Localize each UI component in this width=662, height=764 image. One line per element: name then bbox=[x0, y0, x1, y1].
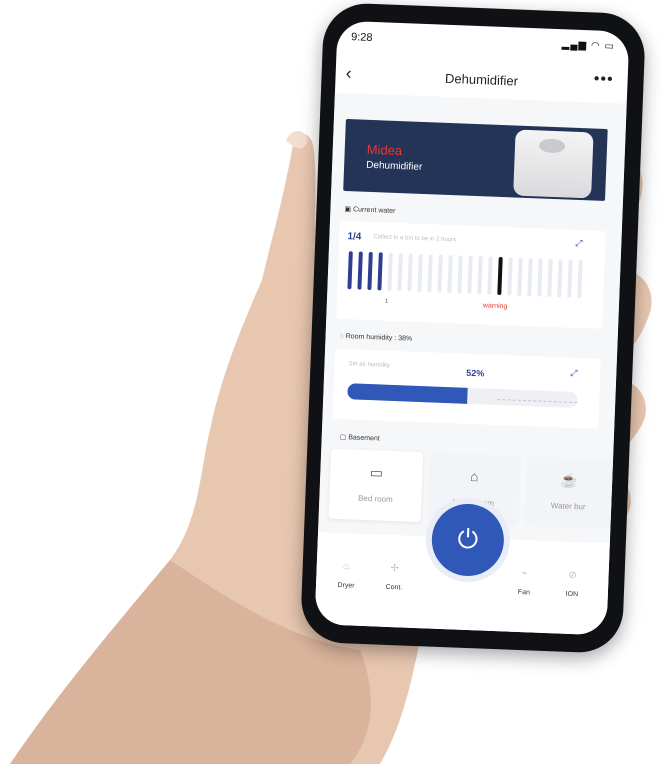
water-bar bbox=[407, 253, 413, 292]
room-tile-label: Water bur bbox=[550, 501, 586, 512]
water-bar bbox=[457, 255, 463, 294]
mode-label: Cont. bbox=[385, 583, 403, 592]
signal-wifi-battery-icon: ▂▄▆ ◠ ▭ bbox=[561, 39, 616, 53]
water-scale-label: 1 bbox=[384, 298, 389, 305]
humidity-value: 52% bbox=[466, 367, 485, 379]
status-time: 9:28 bbox=[350, 31, 373, 44]
water-tank-icon: ▣ bbox=[344, 205, 354, 214]
page-title: Dehumidifier bbox=[444, 70, 519, 89]
banner-subtitle: Dehumidifier bbox=[365, 159, 423, 173]
cup-icon: ☕ bbox=[560, 471, 579, 489]
water-section-label: ▣ Current water bbox=[344, 205, 396, 215]
water-bar bbox=[517, 257, 523, 296]
water-bar bbox=[367, 251, 373, 291]
water-bar bbox=[357, 251, 363, 290]
humidity-sublabel: Set air humidity bbox=[348, 361, 390, 369]
slider-remaining-dashes bbox=[497, 398, 578, 404]
room-tile[interactable]: ▭ Bed room bbox=[328, 448, 424, 523]
water-bar bbox=[567, 259, 573, 298]
water-hint: Collect to a bin to be in 2 hours bbox=[373, 234, 457, 244]
water-bar bbox=[477, 256, 483, 295]
bottom-control-bar: ⏻ ♨ Dryer ✢ Cont. ⌁ Fan ⊘ ION bbox=[314, 502, 610, 636]
mode-label: Fan bbox=[517, 588, 531, 597]
app-screen: 9:28 ▂▄▆ ◠ ▭ ‹ Dehumidifier ••• Midea De… bbox=[314, 20, 630, 636]
water-bar bbox=[397, 253, 403, 292]
water-bar bbox=[507, 257, 513, 296]
water-bar bbox=[527, 258, 533, 297]
more-icon[interactable]: ••• bbox=[593, 70, 614, 89]
water-bar bbox=[557, 259, 563, 298]
water-bar bbox=[537, 258, 543, 297]
phone-frame: 9:28 ▂▄▆ ◠ ▭ ‹ Dehumidifier ••• Midea De… bbox=[299, 2, 647, 654]
brand-name: Midea bbox=[366, 141, 403, 159]
room-tile[interactable]: ☕ Water bur bbox=[524, 456, 614, 530]
status-bar: 9:28 ▂▄▆ ◠ ▭ bbox=[337, 21, 630, 62]
room-icon: ▢ bbox=[339, 433, 349, 442]
humidity-slider-fill bbox=[347, 383, 468, 404]
water-bar bbox=[377, 252, 383, 291]
humidity-card: Set air humidity ⤢ 52% bbox=[332, 348, 601, 429]
water-level-bars bbox=[340, 221, 606, 299]
water-bar bbox=[347, 251, 353, 290]
continuous-icon: ✢ bbox=[390, 563, 400, 575]
water-bar bbox=[547, 258, 553, 297]
air-conditioner-icon: ▭ bbox=[369, 464, 384, 481]
power-icon: ⏻ bbox=[457, 523, 479, 555]
expand-icon[interactable]: ⤢ bbox=[570, 368, 578, 379]
ion-icon: ⊘ bbox=[568, 569, 577, 582]
mode-label: Dryer bbox=[337, 581, 355, 590]
mode-label: ION bbox=[565, 590, 579, 599]
water-card: 1/4 Collect to a bin to be in 2 hours ⤢ bbox=[336, 220, 606, 329]
water-bar bbox=[387, 252, 393, 291]
room-section-label: ▢ Basement bbox=[339, 433, 380, 443]
expand-icon[interactable]: ⤢ bbox=[575, 238, 583, 249]
mode-ion-button[interactable]: ⊘ ION bbox=[552, 569, 593, 599]
water-bar bbox=[487, 256, 493, 295]
water-bar bbox=[447, 255, 453, 294]
humidity-slider[interactable] bbox=[347, 383, 578, 409]
water-bar bbox=[577, 260, 583, 299]
dehumidifier-image bbox=[513, 129, 594, 199]
water-warning-marker bbox=[497, 256, 503, 296]
water-bar bbox=[427, 254, 433, 293]
water-bar bbox=[437, 254, 443, 293]
water-bar bbox=[467, 255, 473, 294]
water-bar bbox=[417, 253, 423, 292]
water-warning-label: warning bbox=[482, 302, 508, 311]
water-level: 1/4 bbox=[347, 231, 362, 243]
dryer-icon: ♨ bbox=[342, 561, 352, 573]
humidity-section-label: ◌ Room humidity : 38% bbox=[339, 332, 413, 343]
mode-dryer-button[interactable]: ♨ Dryer bbox=[326, 561, 367, 591]
mode-continuous-button[interactable]: ✢ Cont. bbox=[374, 562, 415, 592]
product-banner: Midea Dehumidifier bbox=[343, 118, 608, 201]
fan-icon: ⌁ bbox=[521, 568, 528, 580]
home-icon: ⌂ bbox=[469, 468, 479, 485]
main-content: Midea Dehumidifier ▣ Current water 1/4 C… bbox=[314, 92, 627, 636]
mode-fan-button[interactable]: ⌁ Fan bbox=[504, 567, 545, 597]
room-tile-label: Bed room bbox=[357, 493, 393, 505]
